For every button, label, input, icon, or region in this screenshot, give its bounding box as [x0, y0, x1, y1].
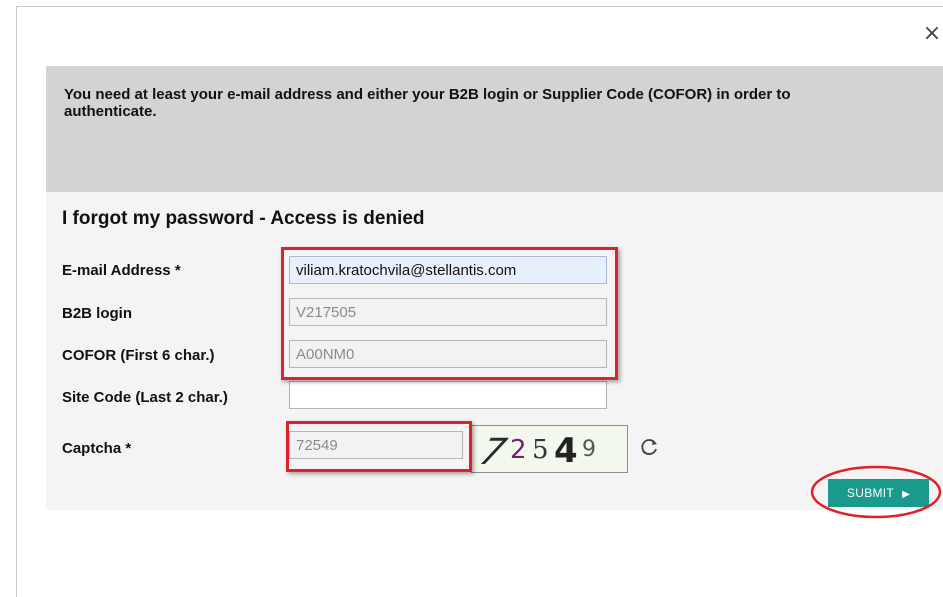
caret-right-icon: ▶: [902, 489, 911, 500]
page-title: I forgot my password - Access is denied: [62, 208, 425, 229]
captcha-input[interactable]: [289, 431, 463, 459]
captcha-image: 7 2 5 4 9: [471, 425, 628, 473]
cofor-label: COFOR (First 6 char.): [62, 347, 215, 364]
captcha-char: 7: [475, 431, 512, 472]
b2b-login-label: B2B login: [62, 305, 132, 322]
submit-button[interactable]: SUBMIT ▶: [828, 479, 929, 507]
refresh-icon[interactable]: [638, 436, 660, 458]
captcha-char: 2: [510, 435, 527, 465]
captcha-label: Captcha *: [62, 440, 132, 457]
notice-text: You need at least your e-mail address an…: [64, 86, 791, 120]
notice-banner: You need at least your e-mail address an…: [46, 66, 943, 192]
close-icon[interactable]: ×: [922, 22, 942, 46]
submit-label: SUBMIT: [846, 486, 895, 500]
site-code-label: Site Code (Last 2 char.): [62, 389, 228, 406]
site-code-field[interactable]: [289, 381, 607, 409]
captcha-char: 5: [532, 435, 549, 465]
cofor-field[interactable]: [289, 340, 607, 368]
captcha-char: 4: [554, 431, 578, 471]
email-label: E-mail Address *: [62, 262, 181, 279]
b2b-login-field[interactable]: [289, 298, 607, 326]
captcha-char: 9: [582, 437, 596, 462]
email-field[interactable]: [289, 256, 607, 284]
